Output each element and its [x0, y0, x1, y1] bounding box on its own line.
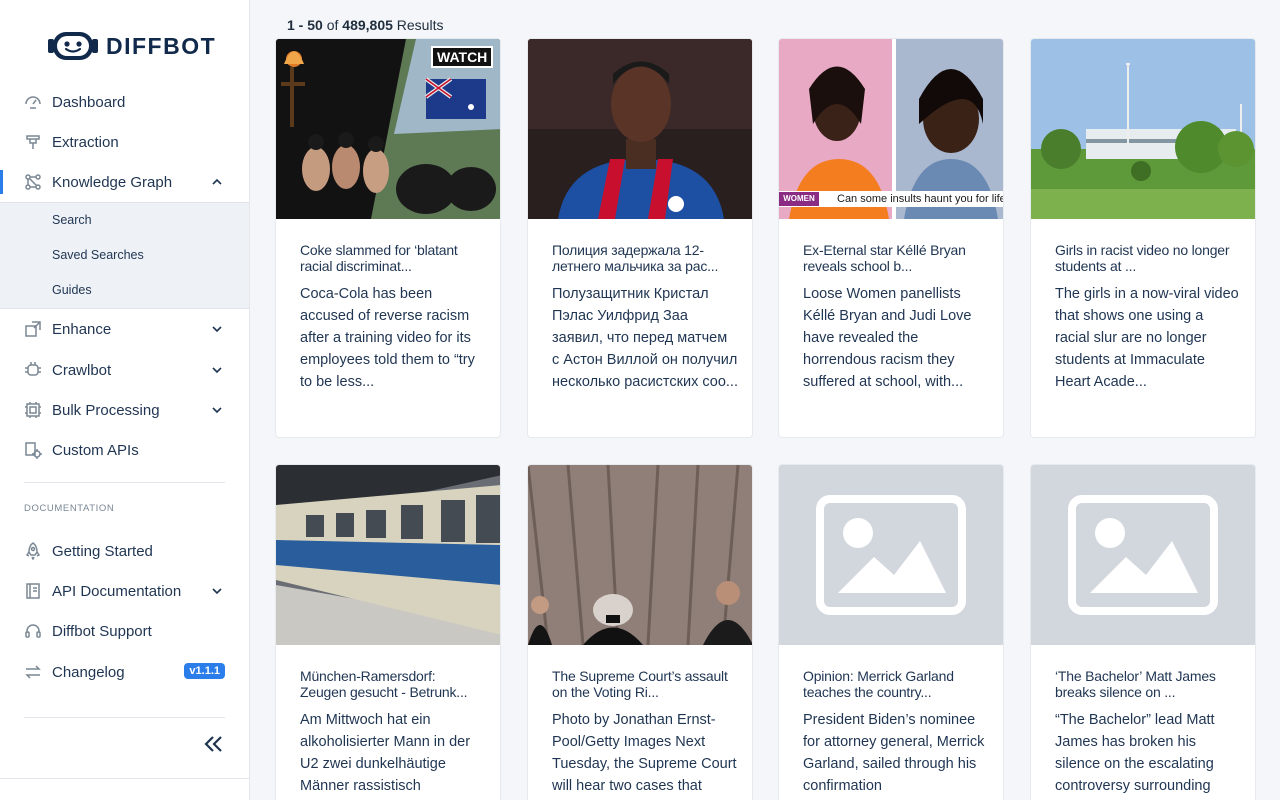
sidebar-item-label: Changelog	[52, 663, 125, 681]
knowledge-graph-submenu: Search Saved Searches Guides	[0, 202, 249, 309]
sidebar-subitem-guides[interactable]: Guides	[52, 283, 92, 297]
sidebar-item-label: Knowledge Graph	[52, 173, 173, 191]
sidebar-item-api-documentation[interactable]: API Documentation	[0, 571, 249, 611]
custom-apis-icon	[24, 441, 42, 459]
chevron-down-icon	[212, 407, 222, 414]
card-description: Am Mittwoch hat ein alkoholisierter Mann…	[300, 712, 471, 794]
swap-icon	[24, 663, 42, 681]
result-card[interactable]: WATCH Coke slammed for ‘blatant racial d…	[275, 38, 501, 438]
sidebar-subitem-saved-searches[interactable]: Saved Searches	[52, 248, 144, 262]
image-placeholder-icon	[1068, 495, 1218, 615]
book-icon	[24, 582, 42, 600]
card-image-placeholder	[1031, 465, 1255, 645]
collapse-sidebar-icon[interactable]	[202, 734, 224, 754]
sidebar-subitem-search[interactable]: Search	[52, 213, 92, 227]
sidebar-divider	[24, 717, 225, 718]
card-title: Ex-Eternal star Kéllé Bryan reveals scho…	[803, 242, 966, 274]
card-title: The Supreme Court’s assault on the Votin…	[552, 668, 728, 700]
chevron-down-icon	[212, 326, 222, 333]
card-image: WATCH	[276, 39, 500, 219]
sidebar-item-label: Diffbot Support	[52, 622, 152, 640]
results-count: 1 - 50 of 489,805 Results	[287, 17, 443, 33]
card-image: Can some insults haunt you for life WOME…	[779, 39, 1003, 219]
results-range: 1 - 50	[287, 17, 323, 33]
sidebar-item-label: Extraction	[52, 133, 119, 151]
sidebar-item-label: Custom APIs	[52, 441, 139, 459]
card-image	[528, 465, 752, 645]
card-image-placeholder	[779, 465, 1003, 645]
sidebar-item-crawlbot[interactable]: Crawlbot	[0, 350, 249, 390]
image-placeholder-icon	[816, 495, 966, 615]
sidebar-item-diffbot-support[interactable]: Diffbot Support	[0, 611, 249, 651]
chevron-up-icon	[212, 178, 222, 185]
documentation-section-title: DOCUMENTATION	[24, 503, 115, 514]
result-card[interactable]: The Supreme Court’s assault on the Votin…	[527, 464, 753, 800]
sidebar-item-label: Crawlbot	[52, 361, 112, 379]
sidebar-divider	[0, 778, 249, 779]
result-card[interactable]: München-Ramersdorf: Zeugen gesucht - Bet…	[275, 464, 501, 800]
card-title: Girls in racist video no longer students…	[1055, 242, 1230, 274]
card-title: Coke slammed for ‘blatant racial discrim…	[300, 242, 458, 274]
card-description: The girls in a now-viral video that show…	[1055, 286, 1239, 390]
sidebar-item-knowledge-graph[interactable]: Knowledge Graph	[0, 162, 249, 202]
sidebar-item-enhance[interactable]: Enhance	[0, 309, 249, 349]
card-title: Полиция задержала 12-летнего мальчика за…	[552, 242, 719, 274]
result-card[interactable]: Opinion: Merrick Garland teaches the cou…	[778, 464, 1004, 800]
card-description: Полузащитник Кристал Пэлас Уилфрид Заа з…	[552, 286, 738, 390]
sidebar-item-label: API Documentation	[52, 582, 182, 600]
enhance-icon	[24, 320, 42, 338]
diffbot-logo[interactable]: DIFFBOT	[48, 30, 216, 62]
card-image	[1031, 39, 1255, 219]
results-suffix: Results	[396, 17, 444, 33]
card-description: Loose Women panellists Kéllé Bryan and J…	[803, 286, 972, 390]
chevron-down-icon	[212, 367, 222, 374]
result-card[interactable]: Can some insults haunt you for life WOME…	[778, 38, 1004, 438]
sidebar-item-getting-started[interactable]: Getting Started	[0, 531, 249, 571]
card-title: ‘The Bachelor’ Matt James breaks silence…	[1055, 668, 1216, 700]
results-total: 489,805	[342, 17, 393, 33]
version-badge: v1.1.1	[184, 663, 225, 679]
sidebar: DIFFBOT Dashboard Extraction Knowledge G…	[0, 0, 250, 800]
result-card[interactable]: Полиция задержала 12-летнего мальчика за…	[527, 38, 753, 438]
sidebar-item-dashboard[interactable]: Dashboard	[0, 82, 249, 122]
brand-name: DIFFBOT	[106, 32, 217, 59]
card-description: “The Bachelor” lead Matt James has broke…	[1055, 712, 1215, 794]
card-description: Photo by Jonathan Ernst-Pool/Getty Image…	[552, 712, 737, 794]
tv-show-tag: WOMEN	[779, 192, 819, 206]
sidebar-item-bulk-processing[interactable]: Bulk Processing	[0, 390, 249, 430]
headset-icon	[24, 622, 42, 640]
card-image	[528, 39, 752, 219]
result-card[interactable]: Girls in racist video no longer students…	[1030, 38, 1256, 438]
sidebar-divider	[24, 482, 225, 483]
sidebar-item-custom-apis[interactable]: Custom APIs	[0, 430, 249, 470]
bulk-processing-icon	[24, 401, 42, 419]
card-image	[276, 465, 500, 645]
card-description: Coca-Cola has been accused of reverse ra…	[300, 286, 475, 390]
card-title: München-Ramersdorf: Zeugen gesucht - Bet…	[300, 668, 468, 700]
card-title: Opinion: Merrick Garland teaches the cou…	[803, 668, 954, 700]
sidebar-item-label: Bulk Processing	[52, 401, 160, 419]
knowledge-graph-icon	[24, 173, 42, 191]
result-card[interactable]: ‘The Bachelor’ Matt James breaks silence…	[1030, 464, 1256, 800]
results-of: of	[326, 17, 339, 33]
card-description: President Biden’s nominee for attorney g…	[803, 712, 985, 794]
rocket-icon	[24, 542, 42, 560]
extraction-icon	[24, 133, 42, 151]
watch-overlay: WATCH	[431, 46, 494, 68]
sidebar-item-label: Getting Started	[52, 542, 153, 560]
sidebar-item-label: Enhance	[52, 320, 112, 338]
sidebar-item-label: Dashboard	[52, 93, 126, 111]
robot-logo-icon	[48, 32, 98, 60]
sidebar-item-extraction[interactable]: Extraction	[0, 122, 249, 162]
dashboard-icon	[24, 93, 42, 111]
crawlbot-icon	[24, 361, 42, 379]
chevron-down-icon	[212, 588, 222, 595]
